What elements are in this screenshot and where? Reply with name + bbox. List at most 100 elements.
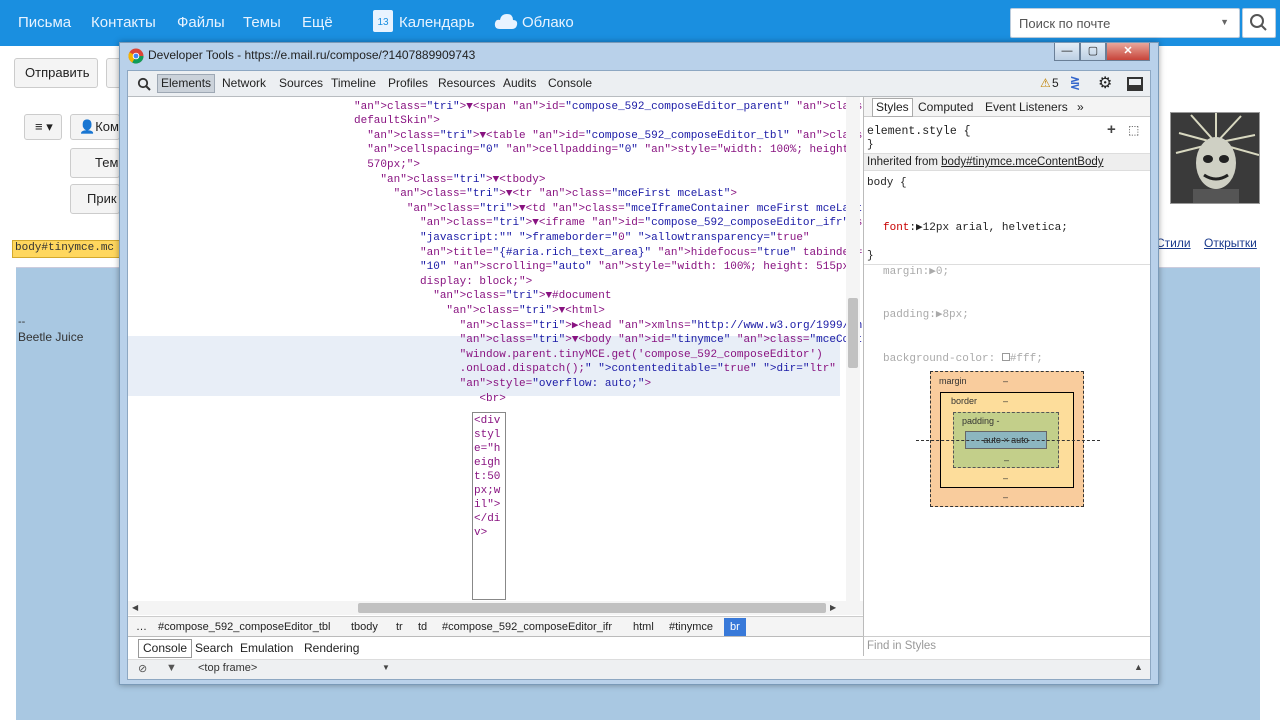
- tab-resources[interactable]: Resources: [438, 76, 495, 90]
- frame-selector[interactable]: <top frame>: [198, 662, 257, 674]
- tabs-overflow-button[interactable]: »: [1077, 100, 1084, 114]
- css-rule-margin[interactable]: margin:▶0;: [883, 265, 1068, 280]
- dom-node-line[interactable]: "an">class="tri">▼<tr "an">class="mceFir…: [354, 187, 737, 201]
- scroll-left-arrow-icon[interactable]: ◀: [132, 603, 138, 612]
- tab-computed[interactable]: Computed: [918, 100, 973, 114]
- dom-node-line[interactable]: <br>: [354, 392, 505, 406]
- console-toolbar: ⊘ ▼ <top frame> ▼ ▲: [128, 659, 1150, 679]
- elements-hscroll-thumb[interactable]: [358, 603, 826, 613]
- dom-node-line[interactable]: "an">class="tri">▼<tbody>: [354, 173, 545, 187]
- nav-cloud[interactable]: Облако: [522, 14, 574, 31]
- warning-count[interactable]: 5: [1052, 76, 1059, 90]
- element-state-icon[interactable]: ⬚: [1128, 123, 1139, 137]
- breadcrumb-item[interactable]: #compose_592_composeEditor_tbl: [158, 621, 330, 633]
- tab-audits[interactable]: Audits: [503, 76, 536, 90]
- contact-button[interactable]: 👤Ком: [70, 114, 120, 140]
- nav-letters[interactable]: Письма: [18, 14, 71, 31]
- add-rule-icon[interactable]: +: [1107, 121, 1116, 138]
- element-style-selector[interactable]: element.style {: [867, 125, 971, 138]
- gear-icon[interactable]: ⚙: [1098, 73, 1112, 93]
- chevron-down-icon[interactable]: ▼: [382, 663, 390, 672]
- breadcrumb-item-selected[interactable]: br: [724, 618, 746, 636]
- tab-elements[interactable]: Elements: [157, 74, 216, 93]
- breadcrumb-item[interactable]: html: [633, 621, 654, 633]
- maximize-button[interactable]: ▢: [1080, 43, 1106, 61]
- dom-node-line[interactable]: display: block;">: [354, 275, 532, 289]
- tab-event-listeners[interactable]: Event Listeners: [985, 100, 1068, 114]
- scroll-right-arrow-icon[interactable]: ▶: [830, 603, 836, 612]
- breadcrumb-item[interactable]: #tinymce: [669, 621, 713, 633]
- search-icon[interactable]: [137, 77, 151, 91]
- breadcrumb-item[interactable]: tr: [396, 621, 403, 633]
- dom-node-line[interactable]: "an">title="{#aria.rich_text_area}" "an"…: [354, 246, 862, 260]
- tab-sources[interactable]: Sources: [279, 76, 323, 90]
- elements-vscroll-thumb[interactable]: [848, 298, 858, 368]
- dom-node-line[interactable]: "javascript:"" ">frameborder="0" ">allow…: [354, 231, 810, 245]
- body-selector[interactable]: body {: [867, 177, 907, 189]
- drawer-scroll-icon[interactable]: ▲: [1134, 662, 1143, 672]
- breadcrumb-item[interactable]: td: [418, 621, 427, 633]
- tab-timeline[interactable]: Timeline: [331, 76, 376, 90]
- dom-node-line[interactable]: "an">class="tri">▼<html>: [354, 304, 604, 318]
- breadcrumb-item[interactable]: #compose_592_composeEditor_ifr: [442, 621, 612, 633]
- dom-node-line[interactable]: "an">style="overflow: auto;">: [354, 377, 651, 391]
- css-rule-background[interactable]: background-color: #fff;: [883, 352, 1068, 367]
- devtools-titlebar[interactable]: Developer Tools - https://e.mail.ru/comp…: [120, 43, 1158, 69]
- tab-profiles[interactable]: Profiles: [388, 76, 428, 90]
- clear-console-icon[interactable]: ⊘: [138, 662, 147, 675]
- drawer-tab-emulation[interactable]: Emulation: [240, 641, 293, 655]
- margin-label: margin: [939, 376, 967, 386]
- inherited-link[interactable]: body#tinymce.mceContentBody: [941, 156, 1103, 168]
- dom-node-line[interactable]: "window.parent.tinyMCE.get('compose_592_…: [354, 348, 823, 362]
- css-rule-padding[interactable]: padding:▶8px;: [883, 308, 1068, 323]
- dock-icon[interactable]: [1127, 77, 1143, 91]
- attach-button[interactable]: Прик: [70, 184, 120, 214]
- dom-node-line[interactable]: "an">class="tri">▶<head "an">xmlns="http…: [354, 319, 863, 333]
- padding-bottom-value: –: [1004, 455, 1010, 465]
- dom-node-line[interactable]: "an">cellspacing="0" "an">cellpadding="0…: [354, 143, 856, 157]
- styles-link[interactable]: Стили: [1156, 236, 1191, 250]
- dom-node-line[interactable]: "an">class="tri">▼<body "an">id="tinymce…: [354, 333, 863, 347]
- tab-network[interactable]: Network: [222, 76, 266, 90]
- color-swatch-icon[interactable]: [1001, 352, 1010, 361]
- drawer-tab-rendering[interactable]: Rendering: [304, 641, 359, 655]
- menu-dropdown-button[interactable]: ≡ ▾: [24, 114, 62, 140]
- drawer-tab-search[interactable]: Search: [195, 641, 233, 655]
- dom-node-line[interactable]: "an">class="tri">▼#document: [354, 289, 611, 303]
- dom-node-line[interactable]: "an">class="tri">▼<td "an">class="mceIfr…: [354, 202, 863, 216]
- box-model-margin[interactable]: margin – – border – – padding - – auto ×…: [930, 371, 1084, 507]
- filter-icon[interactable]: ▼: [166, 662, 177, 674]
- dom-node-line[interactable]: defaultSkin">: [354, 114, 440, 128]
- subject-button[interactable]: Тем: [70, 148, 120, 178]
- chrome-icon: [128, 48, 144, 64]
- minimize-button[interactable]: —: [1054, 43, 1080, 61]
- nav-contacts[interactable]: Контакты: [91, 14, 156, 31]
- mail-search-input[interactable]: Поиск по почте ▼: [1010, 8, 1240, 38]
- nav-themes[interactable]: Темы: [243, 14, 281, 31]
- dom-node-line[interactable]: "an">class="tri">▼<table "an">id="compos…: [354, 129, 863, 143]
- dom-node-line[interactable]: "an">class="tri">▼<span "an">id="compose…: [354, 100, 863, 114]
- postcards-link[interactable]: Открытки: [1204, 236, 1257, 250]
- elements-tree[interactable]: "an">tabindex="10" "an">aria-hidden="tru…: [128, 97, 863, 601]
- breadcrumb-item[interactable]: tbody: [351, 621, 378, 633]
- tab-styles[interactable]: Styles: [872, 98, 913, 117]
- nav-files[interactable]: Файлы: [177, 14, 225, 31]
- body-rules: font:▶12px arial, helvetica; margin:▶0; …: [883, 192, 1068, 395]
- dom-node-line[interactable]: "10" "an">scrolling="auto" "an">style="w…: [354, 260, 856, 274]
- node-edit-box[interactable]: <div styl e="h eigh t:50 px;w il"> </di …: [472, 412, 506, 600]
- css-rule-font[interactable]: font:▶12px arial, helvetica;: [883, 221, 1068, 236]
- send-button[interactable]: Отправить: [14, 58, 98, 88]
- close-button[interactable]: ✕: [1106, 43, 1150, 61]
- nav-calendar[interactable]: Календарь: [399, 14, 475, 31]
- drawer-tab-console[interactable]: Console: [138, 639, 193, 658]
- warning-icon[interactable]: ⚠: [1040, 76, 1051, 90]
- dom-node-line[interactable]: 570px;">: [354, 158, 420, 172]
- drawer-toggle-icon[interactable]: ⋛: [1070, 76, 1080, 90]
- breadcrumb-item[interactable]: …: [136, 621, 147, 633]
- search-button[interactable]: [1242, 8, 1276, 38]
- dom-node-line[interactable]: "an">class="tri">▼<iframe "an">id="compo…: [354, 216, 863, 230]
- nav-more[interactable]: Ещё: [302, 14, 333, 31]
- tab-console[interactable]: Console: [548, 76, 592, 90]
- dom-node-line[interactable]: .onLoad.dispatch();" ">contenteditable="…: [354, 362, 836, 376]
- chevron-down-icon[interactable]: ▼: [1220, 17, 1229, 27]
